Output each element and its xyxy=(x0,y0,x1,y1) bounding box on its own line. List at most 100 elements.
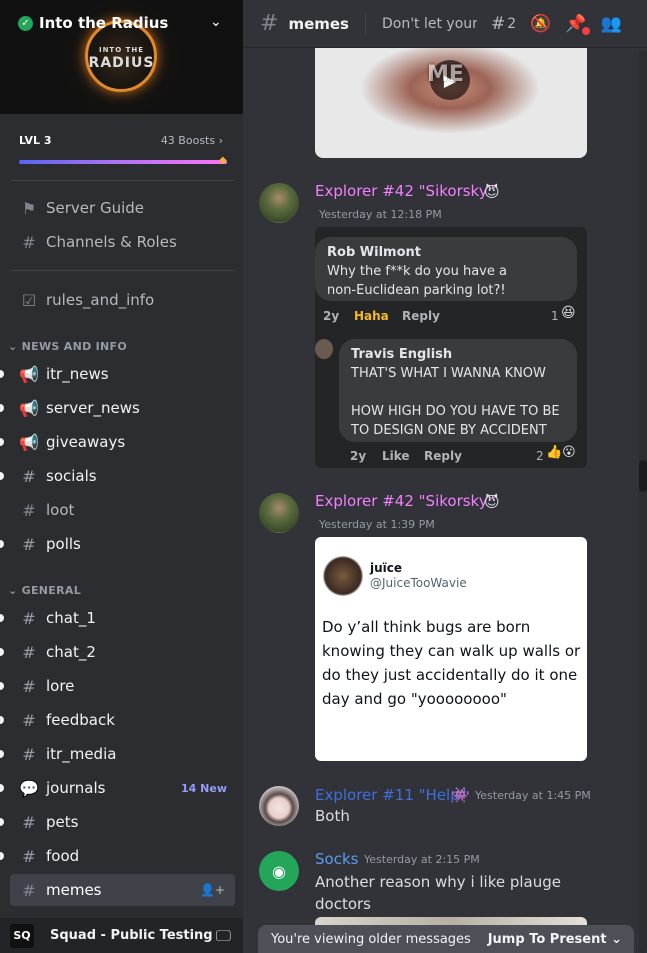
channel-memes[interactable]: # memes 👤+ xyxy=(10,874,235,906)
pin-icon[interactable]: 📌 xyxy=(565,14,590,35)
channel-sidebar: INTO THE RADIUS ✓ Into the Radius ⌄ LVL 3 … xyxy=(0,0,243,953)
tweet-handle: @JuiceTooWavie xyxy=(370,576,467,590)
unread-indicator xyxy=(0,404,4,412)
member-list-icon[interactable]: 👥 xyxy=(601,14,622,34)
category-news-and-info[interactable]: ⌄ NEWS AND INFO xyxy=(8,340,127,353)
chevron-down-icon[interactable]: ⌄ xyxy=(210,14,222,30)
channel-giveaways[interactable]: 📢 giveaways xyxy=(0,426,235,458)
message-author[interactable]: Socks xyxy=(315,850,358,868)
jump-to-present-button[interactable]: Jump To Present ⌄ xyxy=(488,932,622,947)
message-author[interactable]: Explorer #42 "Sikorsky" xyxy=(315,182,494,200)
discord-logo-icon[interactable]: ◉ xyxy=(259,851,299,891)
scrollbar-thumb[interactable] xyxy=(639,460,647,492)
channel-polls[interactable]: # polls xyxy=(0,528,235,560)
unread-indicator xyxy=(0,852,4,860)
unread-indicator xyxy=(0,540,4,548)
new-posts-badge: 14 New xyxy=(181,781,227,795)
avatar[interactable] xyxy=(259,493,299,533)
channel-topic[interactable]: Don't let your ... xyxy=(382,16,477,32)
hash-icon: # xyxy=(22,880,36,900)
channel-socials[interactable]: # socials xyxy=(0,460,235,492)
sidebar-item-rules[interactable]: ☑ rules_and_info xyxy=(10,284,235,316)
activity-panel: SQ Squad - Public Testing 🖵 xyxy=(0,918,243,953)
category-general[interactable]: ⌄ GENERAL xyxy=(8,584,81,597)
older-messages-bar: You're viewing older messages Jump To Pr… xyxy=(258,925,634,953)
channel-server-news[interactable]: 📢 server_news xyxy=(0,392,235,424)
channel-loot[interactable]: # loot xyxy=(10,494,235,526)
sidebar-item-server-guide[interactable]: ⚑ Server Guide xyxy=(10,192,235,224)
unread-indicator xyxy=(0,818,4,826)
unread-indicator xyxy=(0,750,4,758)
hash-icon: # xyxy=(22,710,36,730)
tweet-text: Do y’all think bugs are born knowing the… xyxy=(322,618,581,708)
tweet-author: juïce xyxy=(370,561,403,575)
message-timestamp: Yesterday at 1:45 PM xyxy=(475,789,591,802)
role-emoji-icon: 😈 xyxy=(484,493,500,511)
channel-header: # memes Don't let your ... #2 🔕 📌 👥 xyxy=(243,0,647,48)
divider xyxy=(10,270,235,271)
message-timestamp: Yesterday at 1:39 PM xyxy=(319,518,435,531)
notification-dot xyxy=(581,26,590,35)
message-timestamp: Yesterday at 2:15 PM xyxy=(364,853,480,866)
unread-indicator xyxy=(0,472,4,480)
unread-indicator xyxy=(0,370,4,378)
banner-logo: INTO THE RADIUS xyxy=(88,46,155,71)
comment-bubble: Travis English THAT'S WHAT I WANNA KNOW HO… xyxy=(339,339,577,442)
message-author[interactable]: Explorer #42 "Sikorsky" xyxy=(315,492,494,510)
avatar[interactable] xyxy=(259,183,299,223)
hash-icon: # xyxy=(22,676,36,696)
screen-share-icon[interactable]: 🖵 xyxy=(216,926,231,946)
tweet-avatar xyxy=(323,556,363,596)
server-banner[interactable]: INTO THE RADIUS ✓ Into the Radius ⌄ xyxy=(0,0,243,114)
unread-indicator xyxy=(0,438,4,446)
hash-icon: # xyxy=(22,812,36,832)
sidebar-item-channels-roles[interactable]: # Channels & Roles xyxy=(10,226,235,258)
channel-pets[interactable]: # pets xyxy=(0,806,235,838)
threads-count: 2 xyxy=(507,15,517,32)
unread-indicator xyxy=(0,614,4,622)
message-text: doctors xyxy=(315,895,371,913)
channel-feedback[interactable]: # feedback xyxy=(0,704,235,736)
hash-icon: # xyxy=(22,466,36,486)
hash-icon: # xyxy=(22,744,36,764)
mute-bell-icon[interactable]: 🔕 xyxy=(530,14,551,34)
threads-icon[interactable]: # xyxy=(491,14,505,34)
avatar[interactable] xyxy=(259,786,299,826)
signpost-icon: ⚑ xyxy=(21,198,37,218)
boost-progress-bar xyxy=(19,160,227,164)
channel-chat-1[interactable]: # chat_1 xyxy=(0,602,235,634)
channel-itr-news[interactable]: 📢 itr_news xyxy=(0,358,235,390)
squad-game-icon: SQ xyxy=(10,923,34,948)
hash-icon: # xyxy=(22,500,36,520)
image-attachment[interactable]: Rob Wilmont Why the f**k do you have a non… xyxy=(315,227,587,468)
channels-roles-icon: # xyxy=(22,232,36,252)
boost-level: LVL 3 xyxy=(19,134,52,147)
unread-indicator xyxy=(0,716,4,724)
announcement-icon: 📢 xyxy=(19,432,39,452)
unread-indicator xyxy=(0,648,4,656)
hash-icon: # xyxy=(22,534,36,554)
channel-itr-media[interactable]: # itr_media xyxy=(0,738,235,770)
message-text: Another reason why i like plauge xyxy=(315,873,561,891)
channel-lore[interactable]: # lore xyxy=(0,670,235,702)
announcement-icon: 📢 xyxy=(19,398,39,418)
server-name[interactable]: ✓ Into the Radius xyxy=(18,14,168,32)
invite-user-icon[interactable]: 👤+ xyxy=(200,883,225,897)
comment-bubble: Rob Wilmont Why the f**k do you have a non… xyxy=(315,237,577,301)
checkbox-icon: ☑ xyxy=(21,290,37,310)
boosts-link[interactable]: 43 Boosts › xyxy=(161,134,223,147)
image-attachment[interactable]: juïce @JuiceTooWavie Do y’all think bugs… xyxy=(315,537,587,761)
message-author[interactable]: Explorer #11 "Help" xyxy=(315,786,467,804)
channel-food[interactable]: # food xyxy=(0,840,235,872)
channel-chat-2[interactable]: # chat_2 xyxy=(0,636,235,668)
verified-icon: ✓ xyxy=(18,15,33,31)
scrollbar-track[interactable] xyxy=(639,50,647,953)
unread-indicator xyxy=(0,682,4,690)
channel-title: memes xyxy=(288,14,349,33)
unread-indicator xyxy=(0,784,4,792)
commenter-avatar xyxy=(315,339,333,359)
channel-journals[interactable]: 💬 journals 14 New xyxy=(0,772,235,804)
video-embed[interactable]: ▶ ME xyxy=(315,48,587,158)
activity-label: Squad - Public Testing xyxy=(50,928,213,943)
hash-icon: # xyxy=(22,608,36,628)
